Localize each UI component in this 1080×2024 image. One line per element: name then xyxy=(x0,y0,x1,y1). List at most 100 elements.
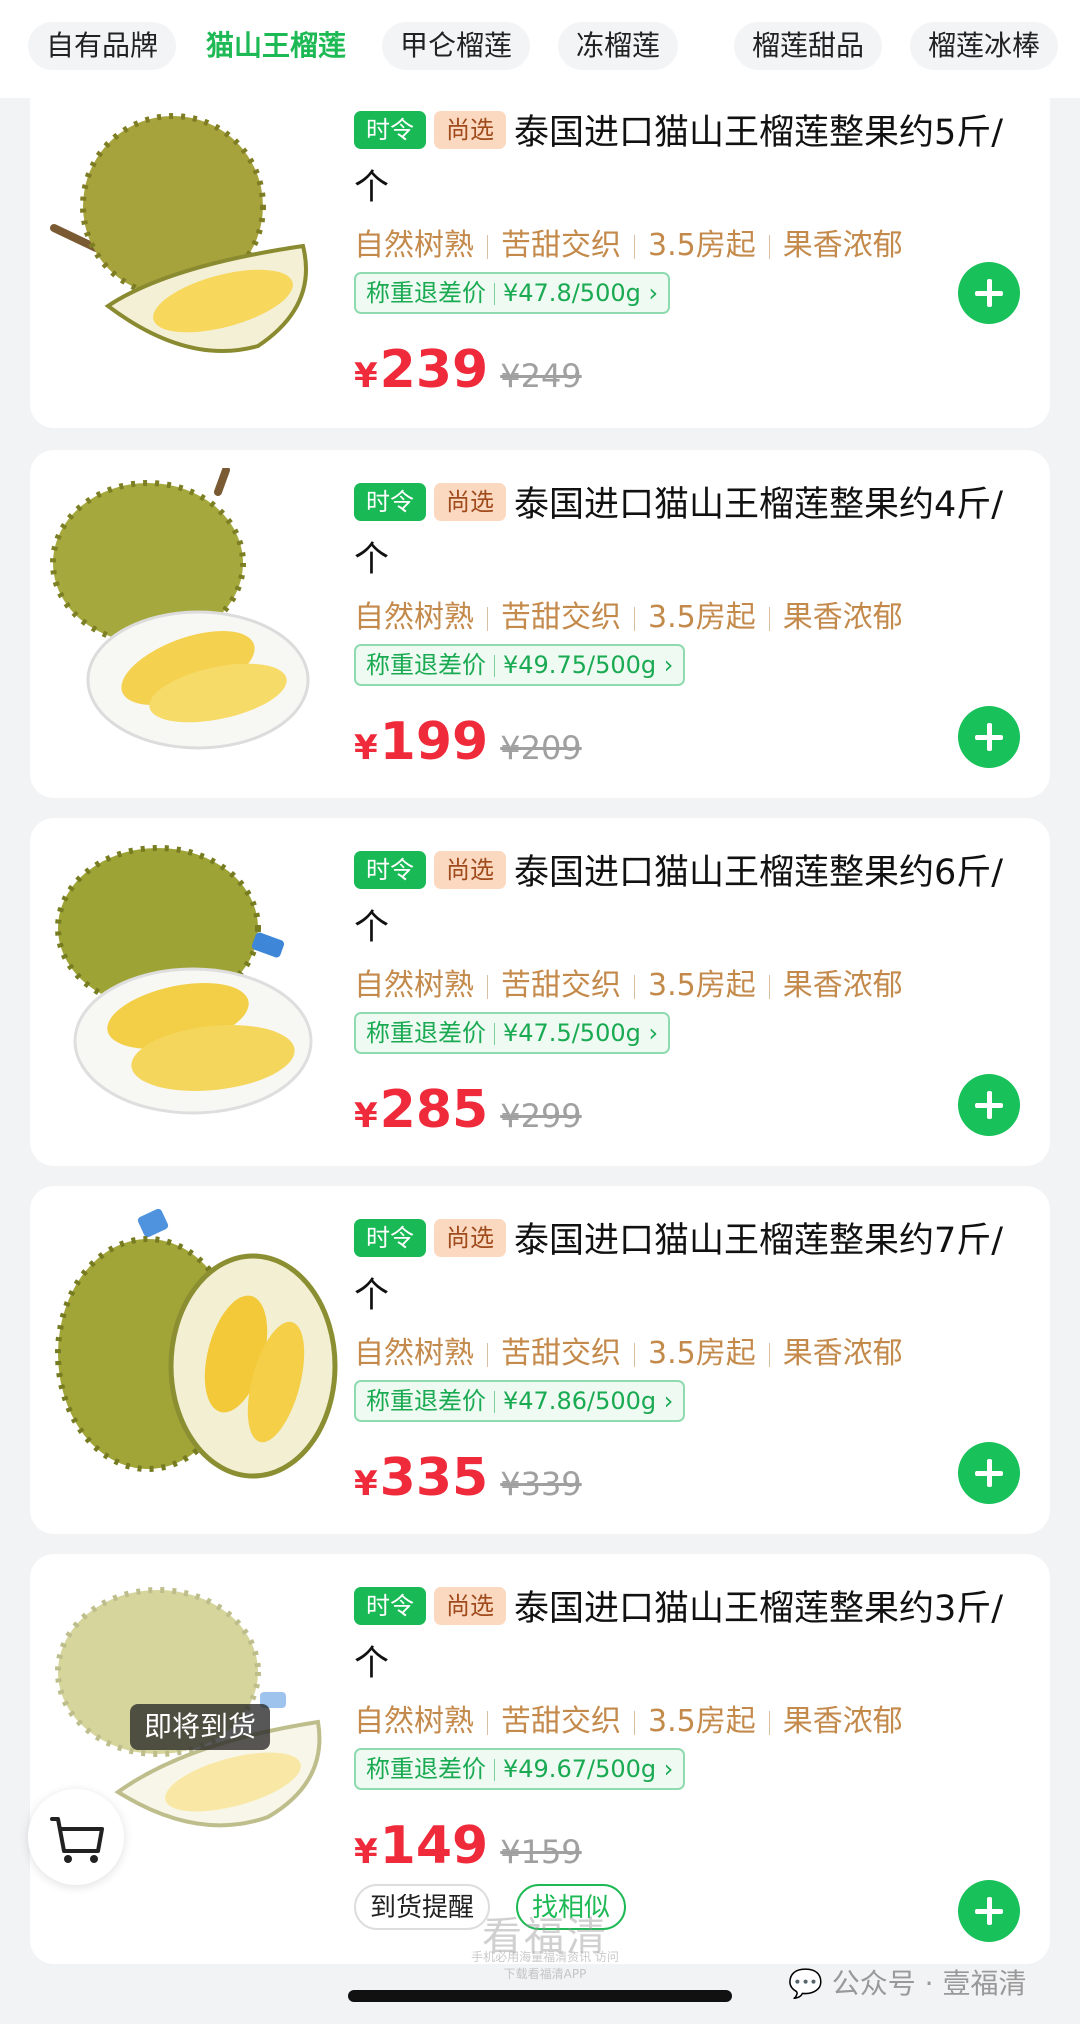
tab-own-brand[interactable]: 自有品牌 xyxy=(28,22,177,70)
feature-list: 自然树熟 苦甜交织 3.5房起 果香浓郁 xyxy=(354,960,903,1004)
product-card[interactable]: 时令 尚选 泰国进口猫山王榴莲整果约7斤/个 自然树熟 苦甜交织 3.5房起 果香浓郁 称… xyxy=(30,1186,1050,1534)
refund-price-link[interactable]: 称重退差价 ¥49.75/500g › xyxy=(354,644,686,686)
product-image[interactable] xyxy=(48,96,348,396)
divider xyxy=(768,974,770,999)
current-price: ¥335 xyxy=(354,1448,488,1508)
price-row: ¥285 ¥299 xyxy=(354,1080,582,1140)
divider xyxy=(487,1342,488,1367)
status-badge: 即将到货 xyxy=(130,1704,271,1750)
divider xyxy=(494,1023,495,1045)
price-value: 285 xyxy=(379,1080,489,1140)
currency-symbol: ¥ xyxy=(354,356,378,396)
tab-durian-dessert[interactable]: 榴莲甜品 xyxy=(734,22,883,70)
wechat-icon: 💬 xyxy=(788,1967,823,2000)
chevron-right-icon: › xyxy=(663,651,674,679)
divider xyxy=(768,234,770,259)
feature-item: 苦甜交织 xyxy=(501,968,621,1003)
price-row: ¥335 ¥339 xyxy=(354,1448,582,1508)
price-value: 199 xyxy=(379,712,489,772)
add-to-cart-button[interactable] xyxy=(958,262,1020,324)
original-price: ¥249 xyxy=(500,357,582,395)
divider xyxy=(494,1759,495,1781)
price-row: ¥239 ¥249 xyxy=(354,340,582,400)
feature-item: 苦甜交织 xyxy=(501,1704,621,1739)
refund-price-link[interactable]: 称重退差价 ¥49.67/500g › xyxy=(354,1748,686,1790)
current-price: ¥285 xyxy=(354,1080,488,1140)
currency-symbol: ¥ xyxy=(354,1096,378,1136)
product-card[interactable]: 时令 尚选 泰国进口猫山王榴莲整果约6斤/个 自然树熟 苦甜交织 3.5房起 果香浓郁 称… xyxy=(30,818,1050,1166)
product-image[interactable] xyxy=(48,1204,348,1504)
home-indicator[interactable] xyxy=(348,1990,732,2002)
refund-unit-price: ¥47.5/500g xyxy=(503,1019,641,1047)
feature-item: 自然树熟 xyxy=(354,1336,474,1371)
refund-label: 称重退差价 xyxy=(366,279,486,307)
price-value: 149 xyxy=(379,1816,489,1876)
shopping-cart-icon xyxy=(50,1817,104,1863)
product-card[interactable]: 时令 尚选 泰国进口猫山王榴莲整果约4斤/个 自然树熟 苦甜交织 3.5房起 果香浓郁 称… xyxy=(30,450,1050,798)
seasonal-tag: 时令 xyxy=(354,483,426,521)
tab-musang-king[interactable]: 猫山王榴莲 xyxy=(188,22,364,70)
original-price: ¥299 xyxy=(500,1097,582,1135)
divider xyxy=(634,974,635,999)
select-tag: 尚选 xyxy=(434,1587,506,1625)
refund-unit-price: ¥47.8/500g xyxy=(503,279,641,307)
divider xyxy=(494,655,495,677)
price-value: 239 xyxy=(379,340,489,400)
current-price: ¥149 xyxy=(354,1816,488,1876)
feature-item: 3.5房起 xyxy=(648,228,756,263)
feature-list: 自然树熟 苦甜交织 3.5房起 果香浓郁 xyxy=(354,220,903,264)
tab-durian-popsicle[interactable]: 榴莲冰棒 xyxy=(910,22,1059,70)
add-to-cart-button[interactable] xyxy=(958,1074,1020,1136)
refund-unit-price: ¥49.67/500g xyxy=(503,1755,657,1783)
refund-unit-price: ¥47.86/500g xyxy=(503,1387,657,1415)
feature-item: 果香浓郁 xyxy=(782,1704,903,1739)
refund-label: 称重退差价 xyxy=(366,1755,486,1783)
feature-item: 3.5房起 xyxy=(648,600,756,635)
refund-price-link[interactable]: 称重退差价 ¥47.8/500g › xyxy=(354,272,671,314)
select-tag: 尚选 xyxy=(434,483,506,521)
feature-item: 果香浓郁 xyxy=(782,1336,903,1371)
select-tag: 尚选 xyxy=(434,851,506,889)
add-to-cart-button[interactable] xyxy=(958,706,1020,768)
divider xyxy=(634,1710,635,1735)
feature-item: 自然树熟 xyxy=(354,228,474,263)
tab-frozen-durian[interactable]: 冻榴莲 xyxy=(558,22,679,70)
divider xyxy=(487,234,488,259)
feature-item: 果香浓郁 xyxy=(782,600,903,635)
refund-label: 称重退差价 xyxy=(366,651,486,679)
price-value: 335 xyxy=(379,1448,489,1508)
cart-button[interactable] xyxy=(28,1789,124,1885)
watermark-caption: 手机必用海量福清资讯 访问下载看福清APP xyxy=(471,1950,619,1981)
feature-item: 自然树熟 xyxy=(354,968,474,1003)
feature-item: 果香浓郁 xyxy=(782,228,903,263)
seasonal-tag: 时令 xyxy=(354,1219,426,1257)
add-to-cart-button[interactable] xyxy=(958,1442,1020,1504)
divider xyxy=(768,1710,770,1735)
source-credit: 💬 公众号 · 壹福清 xyxy=(788,1962,1026,2002)
refund-price-link[interactable]: 称重退差价 ¥47.5/500g › xyxy=(354,1012,671,1054)
price-row: ¥199 ¥209 xyxy=(354,712,582,772)
feature-item: 3.5房起 xyxy=(648,1336,756,1371)
product-card[interactable]: 即将到货 时令 尚选 泰国进口猫山王榴莲整果约3斤/个 自然树熟 苦甜交织 3.5房起果… xyxy=(30,1554,1050,1964)
seasonal-tag: 时令 xyxy=(354,111,426,149)
select-tag: 尚选 xyxy=(434,111,506,149)
original-price: ¥339 xyxy=(500,1465,582,1503)
product-image[interactable] xyxy=(48,466,348,768)
currency-symbol: ¥ xyxy=(354,1464,378,1504)
divider xyxy=(487,974,488,999)
divider xyxy=(634,1342,635,1367)
divider xyxy=(494,1391,495,1413)
currency-symbol: ¥ xyxy=(354,728,378,768)
divider xyxy=(634,606,635,631)
refund-price-link[interactable]: 称重退差价 ¥47.86/500g › xyxy=(354,1380,686,1422)
select-tag: 尚选 xyxy=(434,1219,506,1257)
add-to-cart-button[interactable] xyxy=(958,1880,1020,1942)
product-image[interactable] xyxy=(48,836,348,1136)
feature-item: 苦甜交织 xyxy=(501,1336,621,1371)
price-row: ¥149 ¥159 xyxy=(354,1816,582,1876)
divider xyxy=(768,1342,770,1367)
seasonal-tag: 时令 xyxy=(354,851,426,889)
product-card[interactable]: 时令 尚选 泰国进口猫山王榴莲整果约5斤/个 自然树熟 苦甜交织 3.5房起 果香浓郁 称… xyxy=(30,78,1050,428)
refund-unit-price: ¥49.75/500g xyxy=(503,651,657,679)
tab-kanyao[interactable]: 甲仑榴莲 xyxy=(382,22,531,70)
